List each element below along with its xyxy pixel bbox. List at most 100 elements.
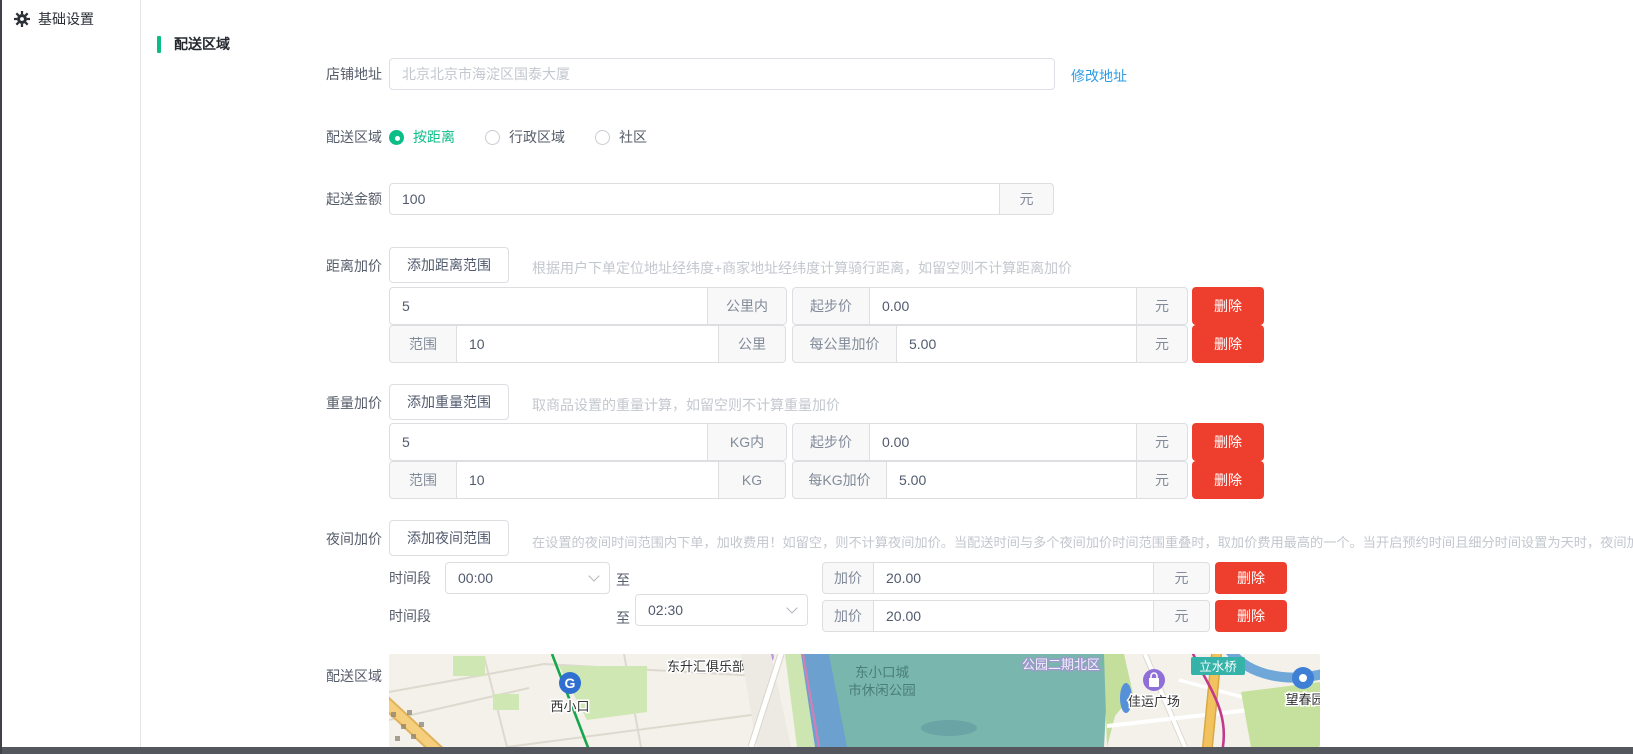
map-label-park-line2: 市休闲公园 [848,682,916,698]
per-km-price-input[interactable] [896,325,1137,363]
radio-admin-region[interactable]: 行政区域 [485,127,565,147]
svg-text:望春园: 望春园 [1285,692,1320,707]
map-park-water [921,720,977,736]
distance-markup-label: 距离加价 [262,258,382,274]
distance-row2-range: 范围 公里 [389,325,786,363]
distance-perkm-group: 每公里加价 元 [792,325,1188,363]
bottom-bar [2,747,1633,754]
time-period-label-1: 时间段 [389,570,449,586]
radio-unselected-icon [595,130,610,145]
store-address-label: 店铺地址 [262,66,382,82]
weight-markup-label: 重量加价 [262,395,382,411]
delete-weight-row1-button[interactable]: 删除 [1192,423,1264,461]
main-content: 配送区域 店铺地址 修改地址 配送区域 按距离 行政区域 社区 起送金额 [142,0,1633,754]
night-price-prefix-1: 加价 [822,562,874,594]
weight-row-range: KG内 [389,423,787,461]
min-amount-input[interactable] [389,183,1000,215]
distance-range-unit: 公里 [718,325,786,363]
map-canvas[interactable]: G 西小口 东升汇俱乐部 东小口城 市休闲公园 公 [389,654,1320,747]
time-from-select-1[interactable]: 00:00 [445,562,610,594]
night-price-group-1: 加价 元 [822,562,1210,594]
chevron-down-icon [786,602,797,613]
delete-distance-row1-button[interactable]: 删除 [1192,287,1264,325]
delete-weight-row2-button[interactable]: 删除 [1192,461,1264,499]
weight-range-prefix: 范围 [389,461,457,499]
min-amount-label: 起送金额 [262,191,382,207]
night-price-input-2[interactable] [873,600,1154,632]
section-accent-bar [157,36,161,53]
weight-hint: 取商品设置的重量计算，如留空则不计算重量加价 [532,395,840,415]
weight-range-input[interactable] [456,461,719,499]
radio-unselected-icon [485,130,500,145]
night-price-unit-1: 元 [1153,562,1210,594]
weight-price-group: 起步价 元 [792,423,1188,461]
time-to-select-1[interactable]: 02:30 [635,594,808,626]
map-label-park-phase2: 公园二期北区 [1022,657,1100,672]
weight-perkg-group: 每KG加价 元 [792,461,1188,499]
distance-limit-input[interactable] [389,287,708,325]
to-text-1: 至 [616,570,630,590]
radio-selected-icon [389,130,404,145]
sidebar-item-basic-settings[interactable]: 基础设置 [2,0,140,38]
distance-hint: 根据用户下单定位地址经纬度+商家地址经纬度计算骑行距离，如留空则不计算距离加价 [532,258,1072,278]
page-title: 配送区域 [174,34,230,54]
radio-community[interactable]: 社区 [595,127,647,147]
section-header: 配送区域 [157,34,230,54]
area-mode-radio-group: 按距离 行政区域 社区 [389,127,647,147]
night-markup-label: 夜间加价 [262,531,382,547]
weight-base-price-unit: 元 [1136,423,1188,461]
add-night-range-button[interactable]: 添加夜间范围 [389,520,509,556]
base-price-prefix: 起步价 [792,287,870,325]
map-section-label: 配送区域 [262,668,382,684]
mall-icon [1143,669,1165,691]
time-period-label-2: 时间段 [389,608,449,624]
base-price-unit: 元 [1136,287,1188,325]
to-text-2: 至 [616,608,630,628]
delivery-settings-page: 基础设置 配送区域 店铺地址 修改地址 配送区域 按距离 行政区域 社区 [0,0,1633,754]
base-price-input[interactable] [869,287,1137,325]
night-price-input-1[interactable] [873,562,1154,594]
gear-icon [14,11,30,27]
map-label-jiayun: 佳运广场 [1128,694,1180,709]
night-price-prefix-2: 加价 [822,600,874,632]
weight-limit-input[interactable] [389,423,708,461]
svg-text:立水桥: 立水桥 [1199,659,1237,674]
edit-address-link[interactable]: 修改地址 [1071,66,1127,86]
distance-row-range: 公里内 [389,287,787,325]
radio-by-distance[interactable]: 按距离 [389,127,455,147]
night-price-group-2: 加价 元 [822,600,1210,632]
sidebar: 基础设置 [2,0,141,747]
map-label-park-line1: 东小口城 [855,665,909,680]
min-amount-unit: 元 [999,183,1054,215]
weight-base-price-input[interactable] [869,423,1137,461]
night-hint: 在设置的夜间时间范围内下单，加收费用！如留空，则不计算夜间加价。当配送时间与多个… [532,532,1633,551]
weight-limit-unit: KG内 [707,423,787,461]
map-label-dongshenghui: 东升汇俱乐部 [667,659,745,674]
metro-station-icon: G [559,672,581,694]
per-km-prefix: 每公里加价 [792,325,897,363]
sidebar-item-label: 基础设置 [38,9,94,29]
distance-range-input[interactable] [456,325,719,363]
add-weight-range-button[interactable]: 添加重量范围 [389,384,509,420]
delete-distance-row2-button[interactable]: 删除 [1192,325,1264,363]
distance-price-group: 起步价 元 [792,287,1188,325]
per-kg-prefix: 每KG加价 [792,461,887,499]
weight-range-unit: KG [718,461,786,499]
delivery-area-map[interactable]: G 西小口 东升汇俱乐部 东小口城 市休闲公园 公 [389,654,1320,747]
distance-limit-unit: 公里内 [707,287,787,325]
per-km-price-unit: 元 [1136,325,1188,363]
range-prefix: 范围 [389,325,457,363]
area-mode-label: 配送区域 [262,129,382,145]
weight-row2-range: 范围 KG [389,461,786,499]
chevron-down-icon [588,570,599,581]
store-address-input[interactable] [389,58,1055,90]
delete-night-row1-button[interactable]: 删除 [1215,562,1287,594]
svg-text:G: G [565,675,576,691]
add-distance-range-button[interactable]: 添加距离范围 [389,247,509,283]
weight-base-price-prefix: 起步价 [792,423,870,461]
per-kg-price-input[interactable] [886,461,1137,499]
delete-night-row2-button[interactable]: 删除 [1215,600,1287,632]
map-label-xixiaokou: 西小口 [550,699,589,714]
night-price-unit-2: 元 [1153,600,1210,632]
map-station-badge-lishuiqiao: 立水桥 [1191,657,1245,675]
